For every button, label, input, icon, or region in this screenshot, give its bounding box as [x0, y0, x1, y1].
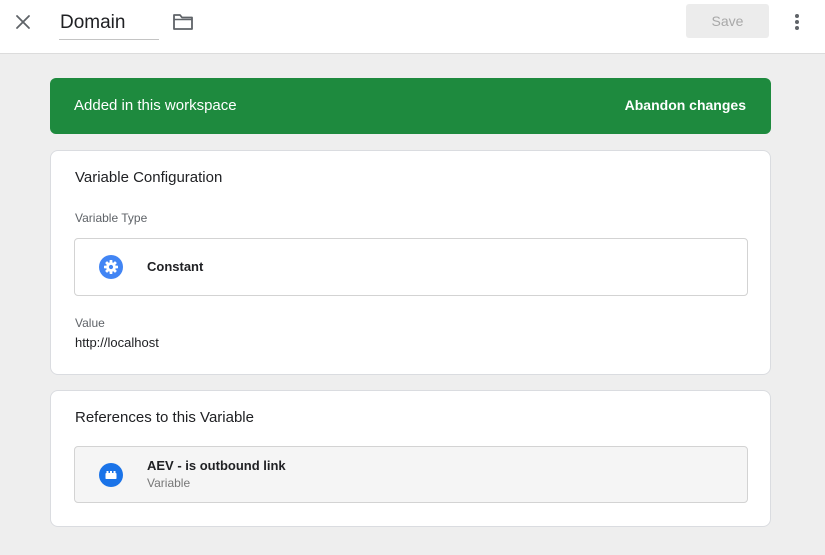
variable-configuration-card: Variable Configuration Variable Type Con… — [50, 150, 771, 375]
value-label: Value — [75, 316, 105, 330]
close-icon — [16, 15, 30, 29]
card-title: References to this Variable — [75, 409, 254, 426]
reference-type: Variable — [147, 476, 191, 490]
value-text: http://localhost — [75, 335, 159, 350]
gear-icon — [99, 255, 123, 279]
card-title: Variable Configuration — [75, 169, 223, 186]
variable-name: Domain — [60, 12, 126, 33]
references-card: References to this Variable AEV - is out… — [50, 390, 771, 527]
folder-icon — [173, 14, 193, 30]
folder-button[interactable] — [170, 10, 196, 34]
variable-block-icon — [99, 463, 123, 487]
name-input[interactable]: Domain — [59, 6, 159, 40]
close-button[interactable] — [10, 9, 36, 35]
save-button[interactable]: Save — [686, 4, 769, 38]
top-bar: Domain Save — [0, 0, 825, 54]
variable-type-selector[interactable]: Constant — [74, 238, 748, 296]
variable-type-name: Constant — [147, 259, 204, 274]
abandon-changes-button[interactable]: Abandon changes — [625, 97, 746, 113]
banner-text: Added in this workspace — [74, 97, 237, 114]
workspace-status-banner: Added in this workspace Abandon changes — [50, 78, 771, 134]
reference-name: AEV - is outbound link — [147, 458, 286, 473]
variable-type-label: Variable Type — [75, 211, 148, 225]
reference-item[interactable]: AEV - is outbound link Variable — [74, 446, 748, 503]
more-options-button[interactable] — [787, 8, 807, 36]
more-vert-icon — [795, 14, 799, 30]
